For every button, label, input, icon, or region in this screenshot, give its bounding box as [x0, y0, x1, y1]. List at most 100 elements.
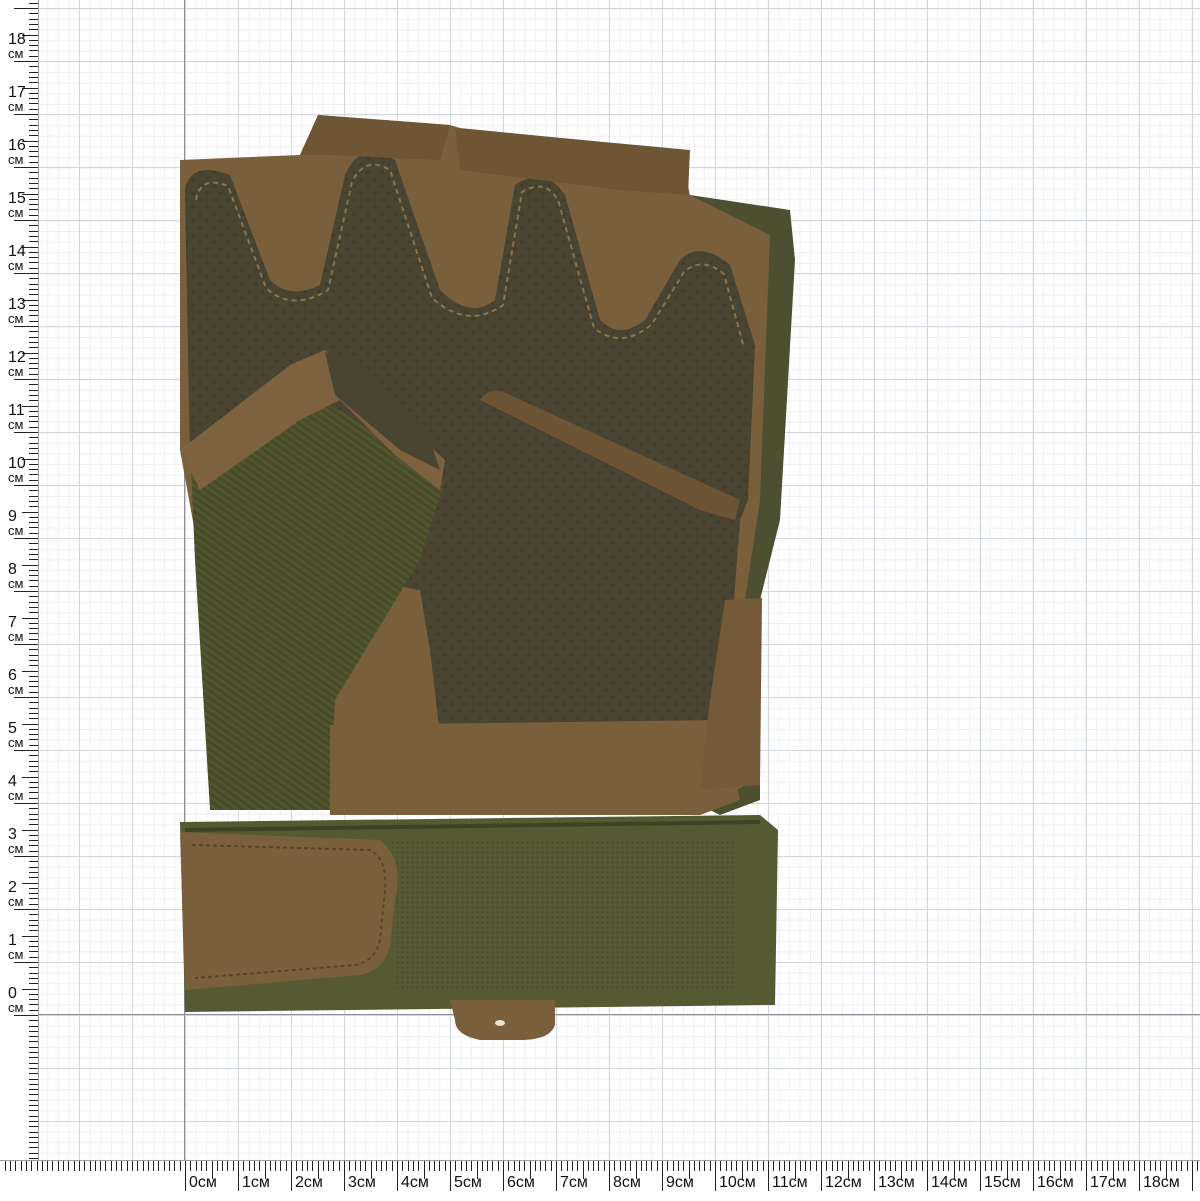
horizontal-ruler-label: 4см — [401, 1174, 429, 1191]
vertical-ruler-label: 12 см — [8, 350, 36, 379]
ruler-tick — [1176, 1161, 1177, 1171]
ruler-tick — [29, 702, 38, 703]
ruler-tick — [47, 1161, 48, 1171]
ruler-tick — [79, 1161, 80, 1171]
horizontal-ruler-label: 13см — [878, 1174, 915, 1191]
ruler-tick — [959, 1161, 960, 1171]
ruler-unit: см — [8, 682, 24, 697]
ruler-tick — [312, 1161, 313, 1171]
ruler-tick — [540, 1161, 541, 1171]
ruler-tick — [153, 1161, 154, 1171]
ruler-tick — [29, 718, 38, 719]
ruler-tick — [42, 1161, 43, 1171]
ruler-number: 4 — [8, 773, 17, 790]
strap-loop-velcro — [390, 838, 735, 990]
ruler-tick — [29, 13, 38, 14]
ruler-tick — [1054, 1161, 1055, 1171]
ruler-tick — [29, 1153, 38, 1154]
ruler-tick — [29, 72, 38, 73]
ruler-tick — [29, 1132, 38, 1133]
vertical-ruler-label: 16 см — [8, 138, 36, 167]
ruler-tick — [614, 1161, 615, 1171]
ruler-tick — [29, 29, 38, 30]
horizontal-ruler-label: 9см — [666, 1174, 694, 1191]
ruler-tick — [29, 1073, 38, 1074]
ruler-tick — [625, 1161, 626, 1171]
ruler-tick — [514, 1161, 515, 1171]
ruler-tick — [14, 750, 38, 751]
ruler-tick — [445, 1161, 446, 1171]
ruler-unit: см — [8, 629, 24, 644]
ruler-tick — [413, 1161, 414, 1171]
ruler-tick — [217, 1161, 218, 1171]
ruler-tick — [826, 1161, 827, 1171]
ruler-tick — [339, 1161, 340, 1171]
ruler-tick — [29, 1158, 38, 1159]
ruler-tick — [29, 66, 38, 67]
ruler-number: 1 — [8, 932, 17, 949]
ruler-tick — [29, 1068, 38, 1069]
ruler-tick — [519, 1161, 520, 1171]
ruler-unit: см — [8, 205, 24, 220]
ruler-unit: см — [8, 364, 24, 379]
ruler-tick — [29, 925, 38, 926]
ruler-tick — [29, 1142, 38, 1143]
ruler-tick — [29, 1036, 38, 1037]
ruler-tick — [710, 1161, 711, 1171]
ruler-tick — [280, 1161, 281, 1171]
ruler-tick — [985, 1161, 986, 1171]
ruler-tick — [593, 1161, 594, 1171]
ruler-tick — [227, 1161, 228, 1171]
ruler-tick — [74, 1161, 75, 1171]
vertical-ruler-label: 4 см — [8, 773, 36, 803]
vertical-ruler-label: 8 см — [8, 562, 36, 591]
ruler-tick — [10, 1161, 11, 1171]
ruler-tick — [29, 1057, 38, 1058]
ruler-tick — [1123, 1161, 1124, 1171]
ruler-tick — [450, 1161, 451, 1191]
horizontal-ruler-label: 3см — [348, 1174, 376, 1191]
ruler-tick — [307, 1161, 308, 1171]
ruler-tick — [906, 1161, 907, 1171]
ruler-tick — [869, 1161, 870, 1171]
ruler-tick — [1028, 1161, 1029, 1171]
ruler-tick — [360, 1161, 361, 1171]
ruler-tick — [328, 1161, 329, 1171]
ruler-tick — [26, 1161, 27, 1171]
ruler-tick — [29, 708, 38, 709]
ruler-tick — [29, 1084, 38, 1085]
ruler-tick — [715, 1161, 716, 1191]
ruler-unit: см — [8, 576, 24, 591]
ruler-tick — [29, 660, 38, 661]
ruler-tick — [863, 1161, 864, 1171]
ruler-tick — [84, 1161, 85, 1171]
ruler-tick — [1033, 1161, 1034, 1191]
ruler-tick — [1155, 1161, 1156, 1171]
ruler-tick — [29, 920, 38, 921]
horizontal-ruler-label: 6см — [507, 1174, 535, 1191]
ruler-number: 2 — [8, 879, 17, 896]
horizontal-ruler-label: 1см — [242, 1174, 270, 1191]
ruler-tick — [29, 983, 38, 984]
ruler-tick — [911, 1161, 912, 1171]
ruler-tick — [344, 1161, 345, 1191]
ruler-tick — [29, 978, 38, 979]
ruler-tick — [757, 1161, 758, 1171]
ruler-number: 9 — [8, 508, 17, 525]
ruler-number: 17 — [8, 84, 26, 101]
ruler-tick — [938, 1161, 939, 1171]
ruler-tick — [58, 1161, 59, 1171]
ruler-tick — [29, 3, 38, 4]
ruler-tick — [975, 1161, 976, 1171]
ruler-tick — [1192, 1161, 1193, 1191]
ruler-tick — [1022, 1161, 1023, 1171]
ruler-tick — [1091, 1161, 1092, 1171]
ruler-unit: см — [8, 735, 24, 750]
vertical-ruler-label: 0 см — [8, 986, 36, 1015]
ruler-tick — [21, 1161, 22, 1171]
ruler-tick — [29, 384, 38, 385]
ruler-tick — [29, 289, 38, 290]
strap-tab-suede — [180, 832, 398, 990]
ruler-tick — [201, 1161, 202, 1171]
vertical-ruler-label: 11 см — [8, 403, 36, 432]
